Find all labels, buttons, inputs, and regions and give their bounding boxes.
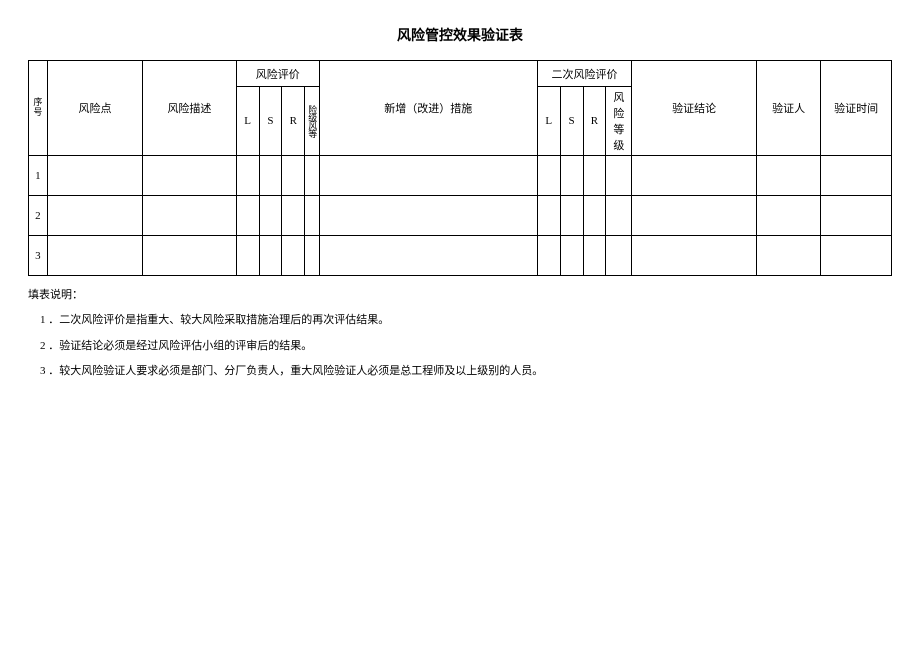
cell bbox=[537, 236, 560, 276]
cell bbox=[47, 156, 143, 196]
header-level1: 险级风等 bbox=[305, 87, 320, 156]
header-level2: 风险等级 bbox=[606, 87, 632, 156]
cell bbox=[583, 196, 606, 236]
cell bbox=[143, 236, 236, 276]
cell bbox=[632, 156, 757, 196]
cell bbox=[236, 196, 259, 236]
note-3: 3 ．较大风险验证人要求必须是部门、分厂负责人，重大风险验证人必须是总工程师及以… bbox=[40, 364, 892, 379]
cell bbox=[47, 196, 143, 236]
header-r1: R bbox=[282, 87, 305, 156]
cell bbox=[583, 156, 606, 196]
header-person: 验证人 bbox=[756, 61, 820, 156]
cell bbox=[305, 196, 320, 236]
cell bbox=[305, 236, 320, 276]
cell bbox=[143, 156, 236, 196]
header-risk-point: 风险点 bbox=[47, 61, 143, 156]
cell bbox=[632, 236, 757, 276]
cell bbox=[236, 156, 259, 196]
header-conclusion: 验证结论 bbox=[632, 61, 757, 156]
risk-table: 序号 风险点 风险描述 风险评价 新增（改进）措施 二次风险评价 验证结论 验证… bbox=[28, 60, 892, 276]
header-risk-eval: 风险评价 bbox=[236, 61, 319, 87]
cell-seq: 2 bbox=[29, 196, 48, 236]
cell bbox=[259, 236, 282, 276]
table-row: 3 bbox=[29, 236, 892, 276]
cell bbox=[560, 196, 583, 236]
cell bbox=[319, 156, 537, 196]
cell bbox=[537, 156, 560, 196]
cell bbox=[319, 236, 537, 276]
header-seq: 序号 bbox=[29, 61, 48, 156]
header-l2: L bbox=[537, 87, 560, 156]
cell bbox=[282, 196, 305, 236]
header-second-eval: 二次风险评价 bbox=[537, 61, 631, 87]
cell bbox=[756, 196, 820, 236]
cell bbox=[236, 236, 259, 276]
header-r2: R bbox=[583, 87, 606, 156]
cell bbox=[606, 196, 632, 236]
header-s2: S bbox=[560, 87, 583, 156]
header-l1: L bbox=[236, 87, 259, 156]
table-row: 1 bbox=[29, 156, 892, 196]
header-s1: S bbox=[259, 87, 282, 156]
cell bbox=[537, 196, 560, 236]
cell bbox=[47, 236, 143, 276]
cell bbox=[821, 236, 892, 276]
cell bbox=[259, 156, 282, 196]
table-row: 2 bbox=[29, 196, 892, 236]
cell bbox=[319, 196, 537, 236]
cell bbox=[560, 156, 583, 196]
cell bbox=[606, 236, 632, 276]
cell bbox=[606, 156, 632, 196]
cell-seq: 3 bbox=[29, 236, 48, 276]
cell bbox=[821, 196, 892, 236]
cell bbox=[259, 196, 282, 236]
cell bbox=[756, 156, 820, 196]
notes-intro: 填表说明： bbox=[28, 288, 892, 303]
note-2: 2 ．验证结论必须是经过风险评估小组的评审后的结果。 bbox=[40, 339, 892, 354]
cell bbox=[821, 156, 892, 196]
header-time: 验证时间 bbox=[821, 61, 892, 156]
cell-seq: 1 bbox=[29, 156, 48, 196]
notes-section: 填表说明： 1 ．二次风险评价是指重大、较大风险采取措施治理后的再次评估结果。 … bbox=[28, 288, 892, 380]
header-measure: 新增（改进）措施 bbox=[319, 61, 537, 156]
page-title: 风险管控效果验证表 bbox=[28, 25, 892, 45]
cell bbox=[305, 156, 320, 196]
header-risk-desc: 风险描述 bbox=[143, 61, 236, 156]
cell bbox=[756, 236, 820, 276]
note-1: 1 ．二次风险评价是指重大、较大风险采取措施治理后的再次评估结果。 bbox=[40, 313, 892, 328]
cell bbox=[143, 196, 236, 236]
cell bbox=[282, 156, 305, 196]
cell bbox=[560, 236, 583, 276]
cell bbox=[583, 236, 606, 276]
cell bbox=[282, 236, 305, 276]
cell bbox=[632, 196, 757, 236]
